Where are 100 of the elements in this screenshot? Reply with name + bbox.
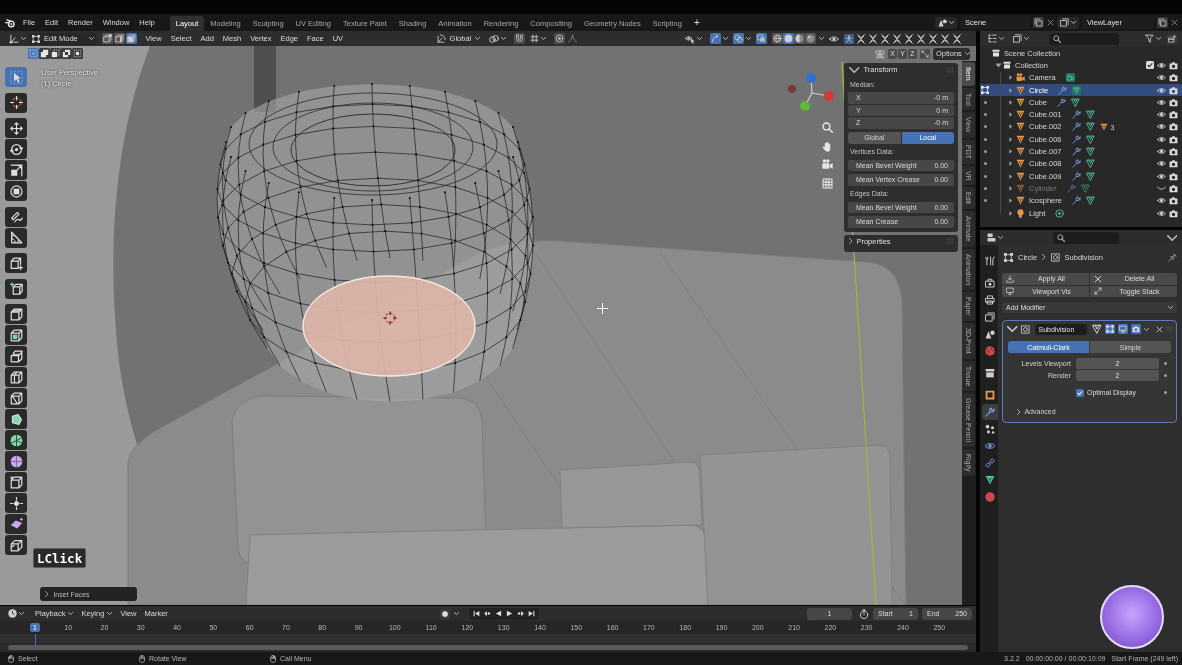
- skip-forward-icon[interactable]: [527, 610, 535, 617]
- overlapping-squares-icon[interactable]: [756, 33, 767, 44]
- hand-icon[interactable]: [822, 140, 833, 152]
- triangle-right-icon[interactable]: [1009, 136, 1013, 142]
- tool-button[interactable]: [5, 367, 27, 387]
- tool-button[interactable]: [5, 325, 27, 345]
- squares-subtract-icon[interactable]: [50, 48, 61, 59]
- tool-button[interactable]: [5, 118, 27, 138]
- eye-icon[interactable]: [1157, 73, 1166, 83]
- triangle-outline-icon[interactable]: [1085, 159, 1095, 169]
- checkbox[interactable]: [1076, 388, 1084, 397]
- dot-icon[interactable]: [983, 199, 987, 203]
- wrench-icon[interactable]: [1058, 85, 1068, 95]
- search-field[interactable]: [1053, 231, 1119, 244]
- eye-icon[interactable]: [1157, 134, 1166, 144]
- tool-button[interactable]: [5, 514, 27, 534]
- camera-icon[interactable]: [1169, 73, 1178, 83]
- tool-button[interactable]: [5, 206, 27, 227]
- tool-button[interactable]: [5, 472, 27, 492]
- triangle-right-icon[interactable]: [1009, 99, 1013, 105]
- figure-icon[interactable]: [844, 33, 854, 44]
- cube-edge-icon[interactable]: [114, 33, 125, 44]
- eye-icon[interactable]: [1157, 147, 1166, 156]
- tool-button[interactable]: [5, 388, 27, 408]
- scrollbar[interactable]: [8, 645, 968, 650]
- eye-icon[interactable]: [1157, 171, 1166, 181]
- camera-icon[interactable]: [1169, 97, 1178, 107]
- dot-icon[interactable]: [983, 100, 987, 104]
- cross-chevrons-icon[interactable]: [952, 33, 962, 44]
- circle-dot-icon[interactable]: [553, 33, 565, 44]
- wrench-icon[interactable]: [1056, 97, 1066, 107]
- triangle-down-icon[interactable]: [994, 62, 1002, 68]
- wrench-icon[interactable]: [1071, 134, 1081, 144]
- triangle-right-icon[interactable]: [1009, 210, 1013, 216]
- cube-corner-icon[interactable]: [102, 33, 113, 44]
- cross-chevrons-icon[interactable]: [868, 33, 878, 44]
- cross-chevrons-icon[interactable]: [904, 33, 914, 44]
- tool-button[interactable]: [5, 430, 27, 450]
- dot-icon[interactable]: [983, 150, 987, 153]
- triangle-right-icon[interactable]: [1009, 75, 1013, 81]
- triangle-right-icon[interactable]: [1009, 173, 1013, 179]
- checkbox[interactable]: [1146, 61, 1154, 70]
- display-mode-dropdown[interactable]: [985, 32, 1007, 45]
- eye-icon[interactable]: [1157, 110, 1166, 120]
- eye-icon[interactable]: [1157, 60, 1166, 70]
- wrench-icon[interactable]: [1071, 110, 1081, 120]
- tool-button[interactable]: [5, 535, 27, 555]
- camera-outline-icon[interactable]: [1065, 73, 1075, 83]
- eye-icon[interactable]: [1157, 122, 1166, 132]
- eye-icon[interactable]: [1157, 208, 1166, 218]
- diamond-back-icon[interactable]: [483, 610, 491, 617]
- play-icon[interactable]: [505, 610, 513, 617]
- camera-icon[interactable]: [1131, 324, 1141, 334]
- triangle-outline-icon[interactable]: [1085, 122, 1095, 132]
- dot-icon[interactable]: [983, 113, 987, 117]
- merge-arrows-icon[interactable]: [920, 48, 930, 59]
- dot-icon[interactable]: [983, 186, 987, 190]
- tool-button[interactable]: [5, 227, 27, 248]
- view-layer-selector[interactable]: [1057, 16, 1079, 29]
- box-plus-icon[interactable]: [1167, 33, 1177, 44]
- record-dot-icon[interactable]: [439, 608, 450, 619]
- camera-icon[interactable]: [1169, 208, 1178, 218]
- glossy-sphere-icon[interactable]: [805, 33, 816, 44]
- eye-icon[interactable]: [1157, 97, 1166, 107]
- tool-button[interactable]: [5, 493, 27, 513]
- magnet-icon[interactable]: [513, 33, 525, 44]
- triangle-outline-icon[interactable]: [1085, 134, 1095, 144]
- dot-icon[interactable]: [1164, 362, 1167, 365]
- editor-type-button[interactable]: [5, 607, 27, 620]
- square-corners-icon[interactable]: [981, 86, 989, 95]
- tool-button[interactable]: [5, 92, 27, 113]
- camera-icon[interactable]: [1169, 122, 1178, 132]
- overlapping-circles-icon[interactable]: [733, 33, 744, 44]
- triangle-outline-icon[interactable]: [1085, 110, 1095, 120]
- copy-icon[interactable]: [1157, 17, 1168, 28]
- properties-tab[interactable]: [982, 292, 998, 308]
- chevron-down-icon[interactable]: [1007, 326, 1018, 332]
- add-workspace-button[interactable]: +: [687, 15, 706, 30]
- tool-button[interactable]: [5, 160, 27, 180]
- triangle-right-icon[interactable]: [1009, 124, 1013, 130]
- properties-tab[interactable]: [982, 309, 998, 325]
- cube-face-icon[interactable]: [126, 33, 137, 44]
- wrench-icon[interactable]: [1071, 196, 1081, 206]
- camera-icon[interactable]: [1169, 159, 1178, 169]
- dot-icon[interactable]: [983, 137, 987, 141]
- falloff-curve-icon[interactable]: [567, 34, 577, 43]
- tool-button[interactable]: [5, 451, 27, 471]
- camera-icon[interactable]: [1169, 85, 1178, 95]
- cross-chevrons-icon[interactable]: [928, 33, 938, 44]
- camera-icon[interactable]: [1169, 183, 1178, 193]
- triangle-right-icon[interactable]: [1009, 198, 1013, 204]
- curved-arrow-icon[interactable]: [710, 33, 721, 44]
- camera-icon[interactable]: [1169, 60, 1178, 70]
- squares-difference-icon[interactable]: [61, 48, 72, 59]
- camera-icon[interactable]: [1169, 171, 1178, 181]
- dot-icon[interactable]: [983, 162, 987, 166]
- triangle-outline-icon[interactable]: [1072, 85, 1082, 95]
- butterfly-icon[interactable]: [875, 48, 885, 59]
- ring-dot-icon[interactable]: [1055, 208, 1065, 218]
- cross-chevrons-icon[interactable]: [916, 33, 926, 44]
